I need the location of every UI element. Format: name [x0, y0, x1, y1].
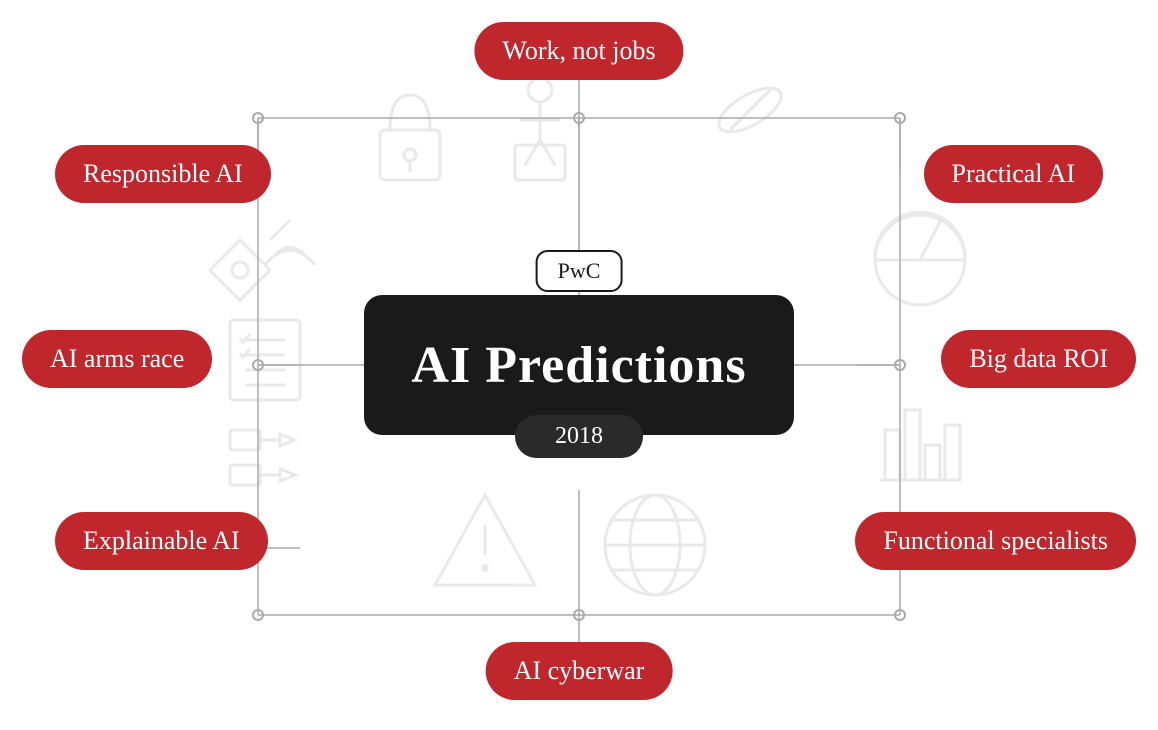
label-functional-specialists: Functional specialists [855, 512, 1136, 570]
main-title: AI Predictions [411, 336, 746, 395]
label-big-data-roi: Big data ROI [941, 330, 1136, 388]
label-ai-arms-race: AI arms race [22, 330, 212, 388]
center-box: AI Predictions [364, 295, 794, 435]
label-responsible-ai: Responsible AI [55, 145, 271, 203]
label-practical-ai: Practical AI [924, 145, 1103, 203]
label-ai-cyberwar: AI cyberwar [486, 642, 673, 700]
year-badge: 2018 [515, 415, 643, 458]
label-work-not-jobs: Work, not jobs [474, 22, 683, 80]
diagram-container: Work, not jobs Responsible AI Practical … [0, 0, 1158, 730]
pwc-badge: PwC [536, 250, 623, 292]
label-explainable-ai: Explainable AI [55, 512, 268, 570]
